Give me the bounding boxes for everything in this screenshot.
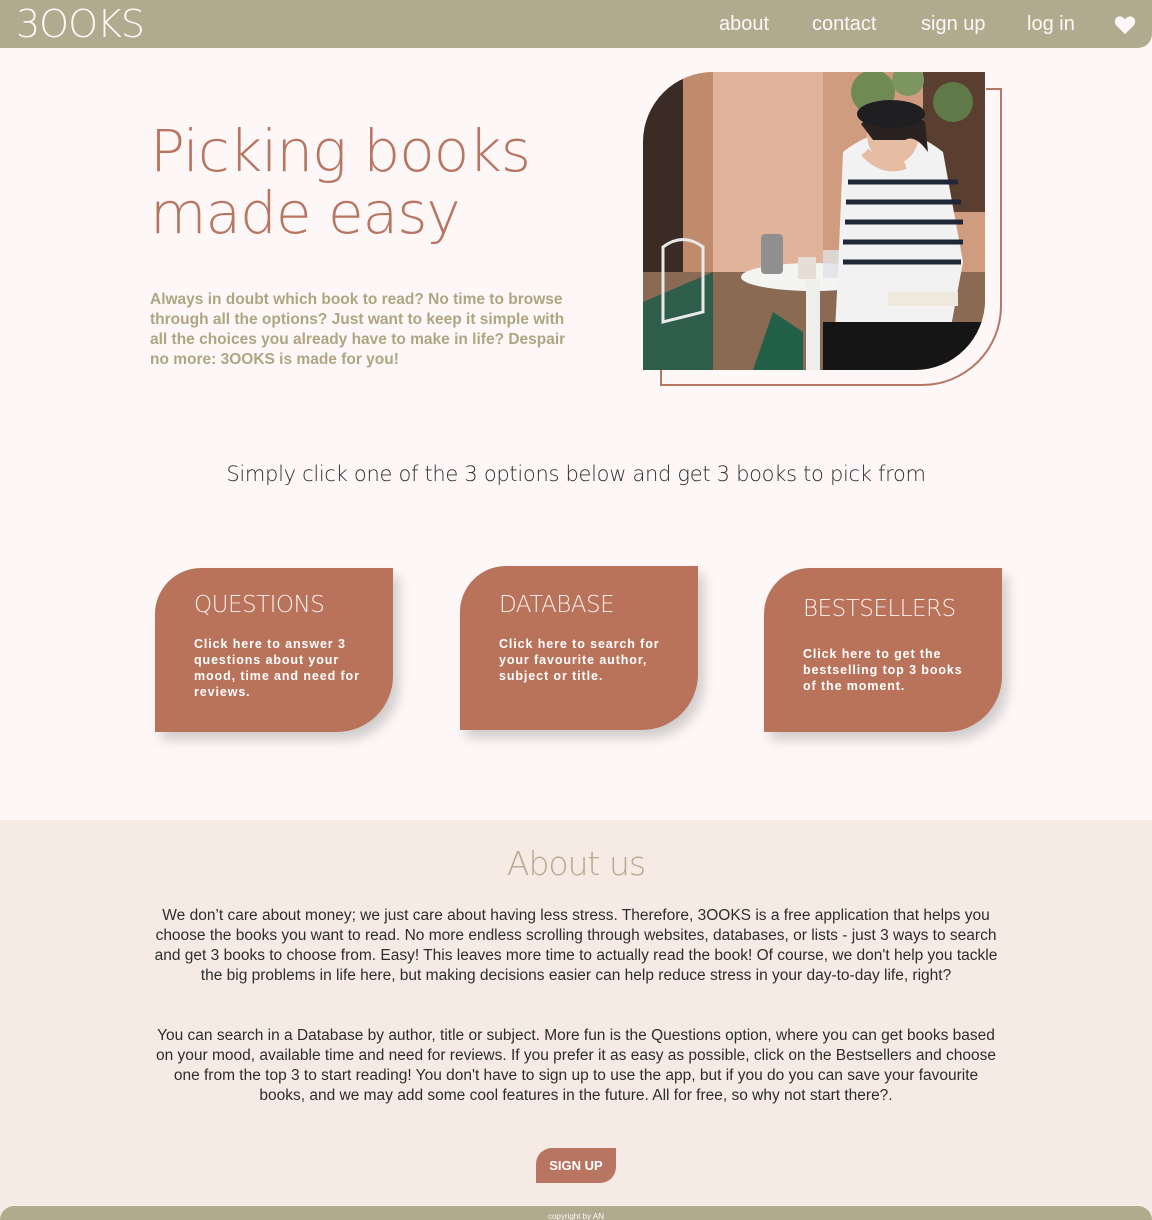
card-title: BESTSELLERS [803,596,956,622]
nav-link-about[interactable]: about [719,13,769,36]
heart-icon[interactable] [1114,15,1136,35]
database-option-card[interactable]: DATABASE Click here to search for your f… [460,566,698,730]
card-description: Click here to answer 3 questions about y… [194,637,360,699]
nav-link-log-in[interactable]: log in [1027,13,1075,36]
photo-frame-edge-top [986,88,1002,90]
site-logo[interactable]: 3OOKS [16,2,145,46]
card-description: Click here to search for your favourite … [499,637,660,683]
about-section: About us We don’t care about money; we j… [0,820,1152,1220]
card-description: Click here to get the bestselling top 3 … [803,647,963,693]
woman-at-cafe-photo [643,72,985,370]
about-title: About us [506,844,646,883]
about-paragraph-2: You can search in a Database by author, … [155,1027,997,1104]
card-title: DATABASE [499,592,615,618]
hero-title-line-2: made easy [150,179,461,247]
nav-link-sign-up[interactable]: sign up [921,13,986,36]
hero-title: Picking books made easy [150,120,570,244]
options-prompt: Simply click one of the 3 options below … [226,462,926,486]
copyright-text: copyright by AN [547,1212,605,1220]
questions-option-card[interactable]: QUESTIONS Click here to answer 3 questio… [155,568,393,732]
about-paragraph-1: We don’t care about money; we just care … [154,907,998,984]
nav-link-contact[interactable]: contact [812,13,876,36]
sign-up-button[interactable]: SIGN UP [536,1148,616,1183]
hero-title-line-1: Picking books [150,117,531,185]
hero-description: Always in doubt which book to read? No t… [150,291,566,368]
photo-frame-edge [660,370,662,386]
card-title: QUESTIONS [194,592,325,618]
top-navbar: 3OOKS about contact sign up log in [0,0,1152,48]
bestsellers-option-card[interactable]: BESTSELLERS Click here to get the bestse… [764,568,1002,732]
hero-photo [643,72,985,370]
footer: copyright by AN [0,1206,1152,1220]
